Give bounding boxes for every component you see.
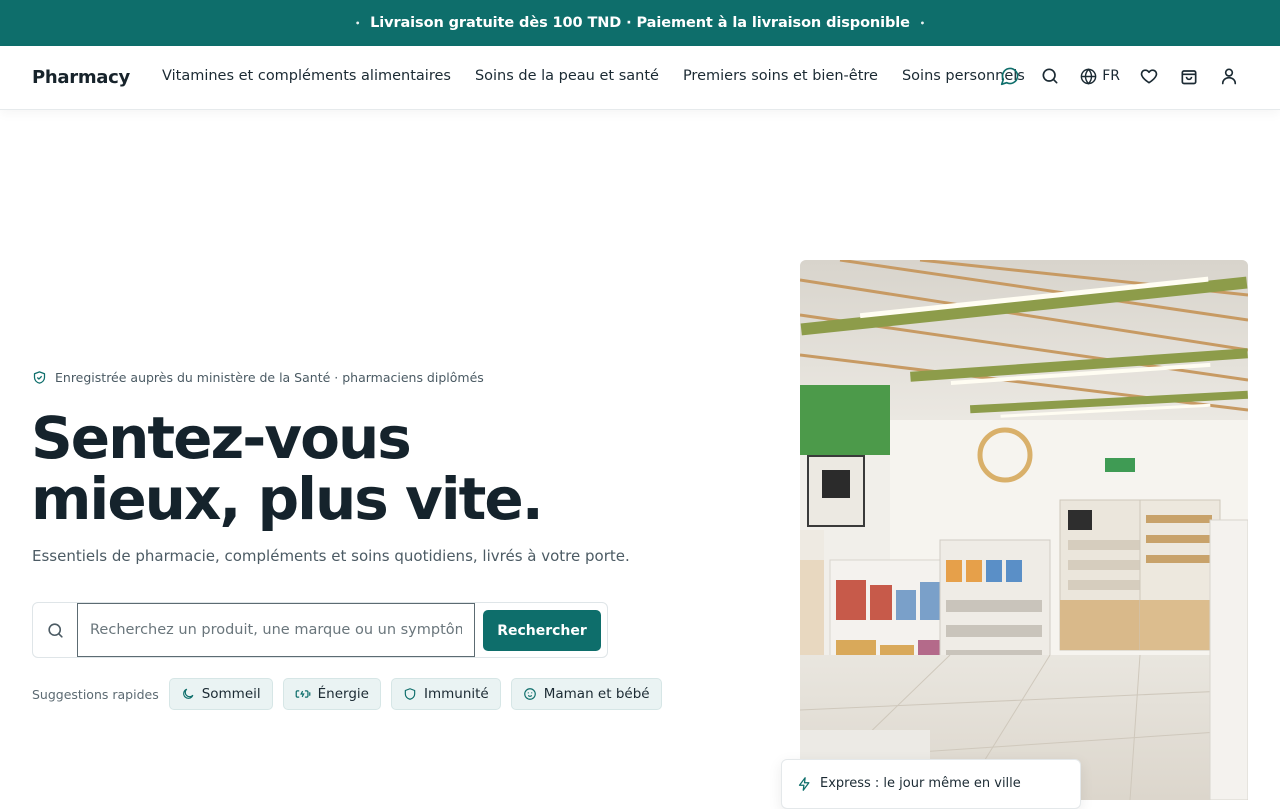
globe-icon bbox=[1080, 67, 1097, 85]
user-icon[interactable] bbox=[1218, 65, 1240, 87]
heart-icon[interactable] bbox=[1138, 65, 1160, 87]
lightning-icon bbox=[798, 777, 810, 791]
main-nav: Vitamines et compléments alimentaires So… bbox=[162, 68, 1025, 84]
announcement-bar: • Livraison gratuite dès 100 TND · Paiem… bbox=[0, 0, 1280, 46]
chip-label: Maman et bébé bbox=[543, 686, 650, 702]
chip-sleep[interactable]: Sommeil bbox=[168, 678, 273, 710]
hero-title: Sentez-vous mieux, plus vite. bbox=[31, 404, 544, 533]
nav-item-skin-care[interactable]: Soins de la peau et santé bbox=[475, 68, 659, 84]
chip-mother-baby[interactable]: Maman et bébé bbox=[510, 678, 662, 710]
battery-icon bbox=[295, 690, 311, 698]
express-delivery-text: Express : le jour même en ville bbox=[820, 776, 1021, 791]
nav-item-first-aid[interactable]: Premiers soins et bien-être bbox=[683, 68, 878, 84]
shield-check-icon bbox=[33, 371, 46, 384]
search-bar: Rechercher bbox=[32, 602, 608, 658]
header-actions: FR bbox=[981, 65, 1240, 87]
announcement-bullet-left: • bbox=[355, 18, 361, 28]
nav-item-vitamins[interactable]: Vitamines et compléments alimentaires bbox=[162, 68, 451, 84]
hero-subtitle: Essentiels de pharmacie, compléments et … bbox=[32, 547, 630, 565]
chip-label: Immunité bbox=[423, 686, 489, 702]
trust-badge: Enregistrée auprès du ministère de la Sa… bbox=[32, 370, 484, 385]
express-delivery-card: Express : le jour même en ville bbox=[781, 759, 1081, 809]
chip-immunity[interactable]: Immunité bbox=[390, 678, 501, 710]
chat-icon[interactable] bbox=[999, 65, 1021, 87]
shield-icon bbox=[404, 688, 416, 700]
quick-suggestions-label: Suggestions rapides bbox=[32, 686, 159, 702]
announcement-bullet-right: • bbox=[919, 18, 925, 28]
trust-badge-text: Enregistrée auprès du ministère de la Sa… bbox=[55, 370, 484, 385]
search-icon[interactable] bbox=[1039, 65, 1061, 87]
search-input[interactable] bbox=[77, 603, 475, 657]
baby-icon bbox=[523, 688, 536, 700]
search-button[interactable]: Rechercher bbox=[483, 610, 601, 651]
bag-icon[interactable] bbox=[1178, 65, 1200, 87]
search-field-icon bbox=[33, 603, 77, 657]
pharmacy-interior-photo bbox=[800, 260, 1248, 800]
site-header: Pharmacy Vitamines et compléments alimen… bbox=[0, 46, 1280, 110]
moon-icon bbox=[182, 688, 193, 699]
announcement-text: Livraison gratuite dès 100 TND · Paiemen… bbox=[370, 15, 910, 31]
chip-label: Énergie bbox=[317, 686, 369, 702]
chip-energy[interactable]: Énergie bbox=[282, 678, 381, 710]
chip-label: Sommeil bbox=[201, 686, 261, 702]
logo[interactable]: Pharmacy bbox=[32, 67, 130, 88]
quick-suggestions: Suggestions rapides Sommeil Énergie Immu… bbox=[32, 678, 672, 710]
language-label: FR bbox=[1102, 68, 1120, 84]
language-selector[interactable]: FR bbox=[1079, 67, 1120, 86]
